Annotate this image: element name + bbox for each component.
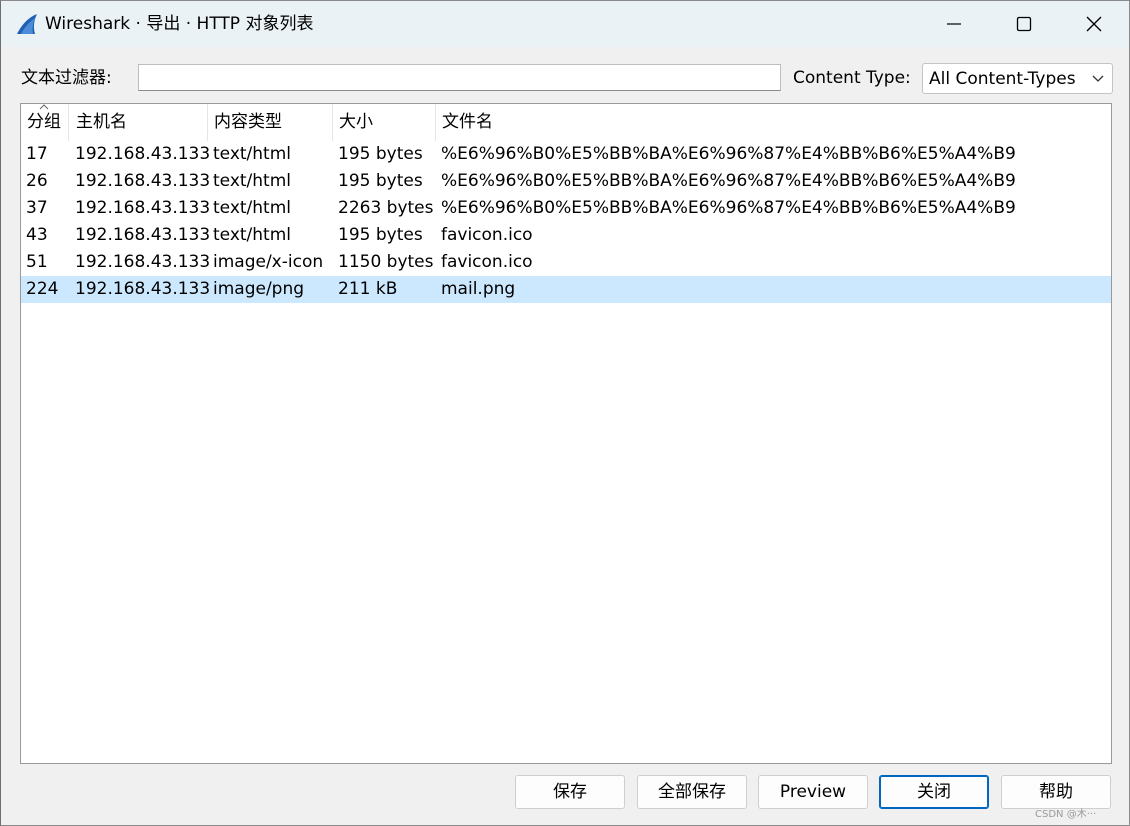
cell-size: 195 bytes: [338, 144, 423, 164]
cell-filename: favicon.ico: [441, 252, 533, 272]
sort-ascending-icon: [39, 104, 49, 110]
table-row-selected[interactable]: 224 192.168.43.133 image/png 211 kB mail…: [21, 276, 1111, 303]
table-header: 分组 主机名 内容类型 大小 文件名: [21, 104, 1111, 141]
column-header-label: 主机名: [76, 112, 127, 132]
help-button[interactable]: 帮助: [1001, 775, 1111, 809]
window-title: Wireshark · 导出 · HTTP 对象列表: [45, 14, 314, 34]
cell-packet: 43: [26, 225, 48, 245]
cell-filename: %E6%96%B0%E5%BB%BA%E6%96%87%E4%BB%B6%E5%…: [441, 144, 1016, 164]
cell-hostname: 192.168.43.133: [75, 225, 211, 245]
cell-hostname: 192.168.43.133: [75, 252, 211, 272]
watermark: CSDN @木···: [1035, 809, 1097, 820]
cell-size: 195 bytes: [338, 171, 423, 191]
close-icon: [1086, 16, 1102, 32]
cell-filename: %E6%96%B0%E5%BB%BA%E6%96%87%E4%BB%B6%E5%…: [441, 198, 1016, 218]
cell-filename: favicon.ico: [441, 225, 533, 245]
content-type-label: Content Type:: [793, 68, 911, 88]
column-header-packet[interactable]: 分组: [21, 104, 69, 141]
column-header-label: 内容类型: [214, 112, 282, 132]
content-type-selected-value: All Content-Types: [929, 69, 1076, 89]
chevron-down-icon: [1092, 75, 1104, 82]
save-button[interactable]: 保存: [515, 775, 625, 809]
column-header-label: 分组: [27, 112, 61, 132]
cell-packet: 17: [26, 144, 48, 164]
cell-size: 211 kB: [338, 279, 398, 299]
column-header-label: 文件名: [442, 112, 493, 132]
cell-packet: 37: [26, 198, 48, 218]
export-http-objects-dialog: Wireshark · 导出 · HTTP 对象列表 文本过滤器: Conten…: [0, 0, 1130, 826]
cell-hostname: 192.168.43.133: [75, 279, 211, 299]
column-header-label: 大小: [339, 112, 373, 132]
cell-content-type: text/html: [213, 171, 292, 191]
close-window-button[interactable]: [1059, 1, 1129, 47]
cell-filename: mail.png: [441, 279, 516, 299]
cell-packet: 26: [26, 171, 48, 191]
cell-content-type: text/html: [213, 198, 292, 218]
content-type-dropdown[interactable]: All Content-Types: [922, 63, 1113, 94]
text-filter-label: 文本过滤器:: [21, 68, 112, 88]
table-row[interactable]: 17 192.168.43.133 text/html 195 bytes %E…: [21, 141, 1111, 168]
cell-filename: %E6%96%B0%E5%BB%BA%E6%96%87%E4%BB%B6%E5%…: [441, 171, 1016, 191]
title-bar[interactable]: Wireshark · 导出 · HTTP 对象列表: [1, 1, 1129, 47]
cell-packet: 51: [26, 252, 48, 272]
maximize-button[interactable]: [989, 1, 1059, 47]
cell-size: 2263 bytes: [338, 198, 434, 218]
http-objects-table[interactable]: 分组 主机名 内容类型 大小 文件名 17 192.168.43.133 tex…: [20, 103, 1112, 764]
table-row[interactable]: 26 192.168.43.133 text/html 195 bytes %E…: [21, 168, 1111, 195]
cell-content-type: text/html: [213, 225, 292, 245]
column-header-content-type[interactable]: 内容类型: [208, 104, 333, 141]
minimize-button[interactable]: [919, 1, 989, 47]
cell-hostname: 192.168.43.133: [75, 144, 211, 164]
maximize-icon: [1016, 16, 1032, 32]
cell-size: 1150 bytes: [338, 252, 434, 272]
cell-size: 195 bytes: [338, 225, 423, 245]
text-filter-input[interactable]: [138, 64, 781, 91]
cell-hostname: 192.168.43.133: [75, 171, 211, 191]
cell-packet: 224: [26, 279, 59, 299]
minimize-icon: [947, 23, 961, 25]
cell-content-type: image/png: [213, 279, 305, 299]
wireshark-fin-icon: [17, 14, 37, 34]
cell-content-type: text/html: [213, 144, 292, 164]
save-all-button[interactable]: 全部保存: [637, 775, 747, 809]
cell-hostname: 192.168.43.133: [75, 198, 211, 218]
column-header-size[interactable]: 大小: [333, 104, 436, 141]
column-header-hostname[interactable]: 主机名: [70, 104, 208, 141]
table-row[interactable]: 51 192.168.43.133 image/x-icon 1150 byte…: [21, 249, 1111, 276]
close-button[interactable]: 关闭: [879, 775, 989, 809]
table-row[interactable]: 43 192.168.43.133 text/html 195 bytes fa…: [21, 222, 1111, 249]
cell-content-type: image/x-icon: [213, 252, 324, 272]
preview-button[interactable]: Preview: [758, 775, 868, 809]
column-header-filename[interactable]: 文件名: [436, 104, 1111, 141]
table-row[interactable]: 37 192.168.43.133 text/html 2263 bytes %…: [21, 195, 1111, 222]
